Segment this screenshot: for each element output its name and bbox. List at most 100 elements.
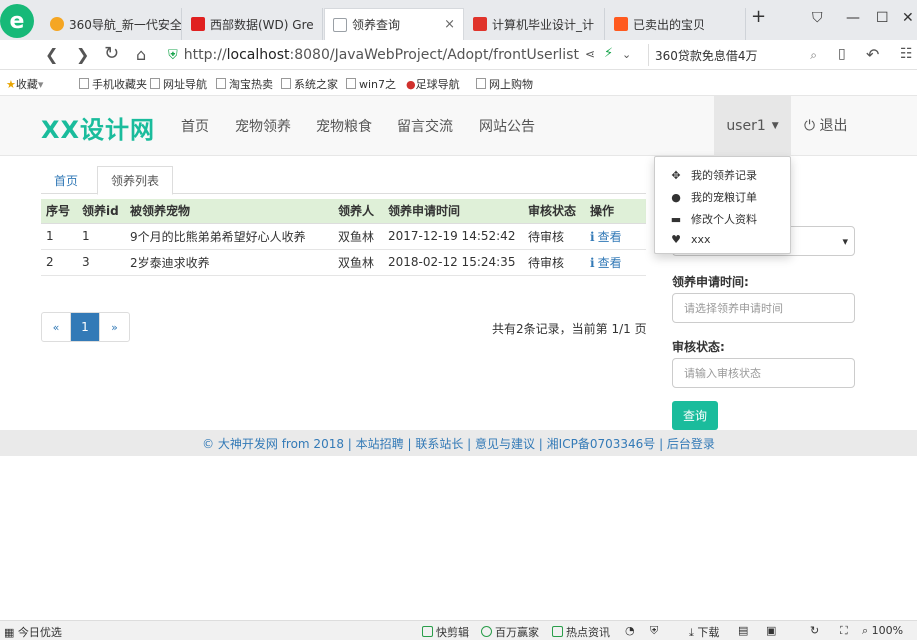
bookmark-label: 足球导航 bbox=[415, 78, 460, 91]
tab-favicon-icon bbox=[614, 17, 628, 31]
info-icon: i bbox=[590, 229, 595, 244]
browser-tab-3[interactable]: 领养查询 × bbox=[324, 8, 464, 40]
bookmark-label: 网址导航 bbox=[163, 78, 207, 91]
status-label: 今日优选 bbox=[17, 626, 62, 639]
view-link[interactable]: i 查看 bbox=[585, 249, 646, 276]
cell-pet: 9个月的比熊弟弟希望好心人收养 bbox=[125, 223, 333, 250]
status-input[interactable]: 请输入审核状态 bbox=[672, 358, 855, 388]
refresh-icon[interactable]: ↻ bbox=[810, 624, 819, 637]
cell-id: 3 bbox=[77, 249, 125, 276]
url-prefix: http:// bbox=[183, 47, 227, 63]
tab-title: 西部数据(WD) Gre bbox=[210, 17, 314, 32]
lightning-icon[interactable]: ⚡ bbox=[604, 46, 613, 61]
col-header: 序号 bbox=[41, 199, 77, 224]
nav-notices[interactable]: 网站公告 bbox=[479, 116, 535, 136]
breadcrumb-home[interactable]: 首页 bbox=[41, 166, 91, 194]
bookmark-label: 淘宝热卖 bbox=[229, 78, 273, 91]
bookmark-item[interactable]: ●足球导航 bbox=[406, 76, 460, 92]
status-today[interactable]: ▦ 今日优选 bbox=[4, 624, 62, 640]
time-input[interactable]: 请选择领养申请时间 bbox=[672, 293, 855, 323]
minimize-icon[interactable]: — bbox=[846, 10, 860, 26]
undo-icon[interactable]: ↶ bbox=[866, 45, 879, 64]
cell-time: 2017-12-19 14:52:42 bbox=[383, 223, 523, 250]
tab-favicon-icon bbox=[473, 17, 487, 31]
bookmark-page-icon bbox=[346, 78, 356, 89]
shirt-icon[interactable]: ⛉ bbox=[812, 10, 823, 26]
info-icon: i bbox=[590, 255, 595, 270]
user-dropdown-menu: ✥ 我的领养记录 ● 我的宠粮订单 ▬ 修改个人资料 ♥ xxx bbox=[654, 156, 791, 254]
tile-icon[interactable]: ▣ bbox=[766, 624, 776, 637]
sound-icon[interactable]: ▤ bbox=[738, 624, 748, 637]
home-icon[interactable]: ⌂ bbox=[136, 45, 146, 64]
view-link[interactable]: i 查看 bbox=[585, 223, 646, 250]
tab-bar: e 360导航_新一代安全 西部数据(WD) Gre 领养查询 × 计算机毕业设… bbox=[0, 0, 917, 40]
status-label: 百万赢家 bbox=[495, 626, 539, 639]
news-icon bbox=[552, 626, 563, 637]
back-icon[interactable]: ❮ bbox=[45, 45, 58, 64]
bookmark-item[interactable]: 网址导航 bbox=[150, 76, 207, 92]
logout-button[interactable]: ⏻ 退出 bbox=[804, 115, 848, 135]
query-button[interactable]: 查询 bbox=[672, 401, 718, 430]
status-item[interactable]: ⤓ 下载 bbox=[689, 624, 719, 640]
share-icon[interactable]: ⋖ bbox=[585, 47, 595, 61]
menu-grid-icon[interactable]: ☷ bbox=[900, 46, 913, 62]
grid-icon: ▦ bbox=[4, 626, 18, 639]
nav-pet-adopt[interactable]: 宠物领养 bbox=[235, 116, 291, 136]
next-page-button[interactable]: » bbox=[100, 313, 129, 341]
forward-icon[interactable]: ❯ bbox=[76, 45, 89, 64]
close-tab-icon[interactable]: × bbox=[436, 17, 455, 32]
status-item[interactable]: 热点资讯 bbox=[552, 624, 610, 640]
adoption-table: 序号 领养id 被领养宠物 领养人 领养申请时间 审核状态 操作 1 1 9个月… bbox=[41, 199, 646, 276]
bookmark-favorites[interactable]: ★收藏▾ bbox=[6, 76, 43, 92]
browser-logo-icon[interactable]: e bbox=[0, 4, 34, 38]
search-box[interactable]: 360贷款免息借4万 ⌕ bbox=[648, 44, 823, 66]
phone-icon[interactable]: ▯ bbox=[838, 46, 846, 62]
nav-messages[interactable]: 留言交流 bbox=[397, 116, 453, 136]
security-shield-icon: ⛨ bbox=[168, 47, 178, 63]
browser-tab-4[interactable]: 计算机毕业设计_计 bbox=[465, 8, 605, 40]
status-item[interactable]: 百万赢家 bbox=[481, 624, 539, 640]
menu-item-edit-profile[interactable]: ▬ 修改个人资料 bbox=[669, 211, 757, 227]
page-1-button[interactable]: 1 bbox=[71, 313, 100, 341]
nav-home[interactable]: 首页 bbox=[181, 116, 209, 136]
new-tab-icon[interactable]: + bbox=[751, 6, 766, 27]
bookmark-label: 收藏 bbox=[15, 78, 38, 91]
bookmark-label: win7之 bbox=[359, 78, 397, 91]
cell-time: 2018-02-12 15:24:35 bbox=[383, 249, 523, 276]
bookmark-bar: ★收藏▾ 手机收藏夹 网址导航 淘宝热卖 系统之家 win7之 ●足球导航 网上… bbox=[0, 70, 917, 96]
bookmark-label: 网上购物 bbox=[489, 78, 533, 91]
bookmark-page-icon bbox=[281, 78, 291, 89]
maximize-icon[interactable]: ☐ bbox=[876, 10, 889, 26]
reload-icon[interactable]: ↻ bbox=[104, 43, 119, 64]
site-brand[interactable]: XX设计网 bbox=[41, 110, 155, 145]
cell-index: 1 bbox=[41, 223, 77, 250]
speed-icon[interactable]: ◔ bbox=[625, 624, 635, 637]
menu-item-food-orders[interactable]: ● 我的宠粮订单 bbox=[669, 189, 757, 205]
user-menu-button[interactable]: user1 ▼ bbox=[714, 96, 791, 156]
nav-pet-food[interactable]: 宠物粮食 bbox=[316, 116, 372, 136]
status-zoom[interactable]: ⌕ 100% bbox=[862, 624, 903, 638]
browser-tab-1[interactable]: 360导航_新一代安全 bbox=[42, 8, 182, 40]
footer-text[interactable]: © 大神开发网 from 2018 | 本站招聘 | 联系站长 | 意见与建议 … bbox=[202, 435, 715, 452]
fullscreen-icon[interactable]: ⛶ bbox=[840, 624, 848, 638]
shield-icon[interactable]: ⛨ bbox=[650, 624, 658, 638]
bookmark-item[interactable]: 手机收藏夹 bbox=[79, 76, 147, 92]
browser-tab-2[interactable]: 西部数据(WD) Gre bbox=[183, 8, 323, 40]
caret-down-icon: ▾ bbox=[842, 234, 848, 248]
football-icon: ● bbox=[406, 78, 416, 91]
bookmark-item[interactable]: 系统之家 bbox=[281, 76, 338, 92]
bookmark-item[interactable]: 网上购物 bbox=[476, 76, 533, 92]
url-field[interactable]: ⛨ http://localhost:8080/JavaWebProject/A… bbox=[168, 43, 638, 67]
col-header: 领养人 bbox=[333, 199, 383, 224]
search-icon[interactable]: ⌕ bbox=[810, 48, 817, 63]
menu-item-adopt-records[interactable]: ✥ 我的领养记录 bbox=[669, 167, 757, 183]
close-window-icon[interactable]: ✕ bbox=[902, 10, 914, 26]
browser-tab-5[interactable]: 已卖出的宝贝 bbox=[606, 8, 746, 40]
bookmark-item[interactable]: win7之 bbox=[346, 76, 396, 92]
menu-item-xxx[interactable]: ♥ xxx bbox=[669, 233, 710, 246]
bookmark-item[interactable]: 淘宝热卖 bbox=[216, 76, 273, 92]
bookmark-page-icon bbox=[150, 78, 160, 89]
chevron-down-icon[interactable]: ⌄ bbox=[622, 48, 631, 61]
status-item[interactable]: 快剪辑 bbox=[422, 624, 469, 640]
prev-page-button[interactable]: « bbox=[42, 313, 71, 341]
